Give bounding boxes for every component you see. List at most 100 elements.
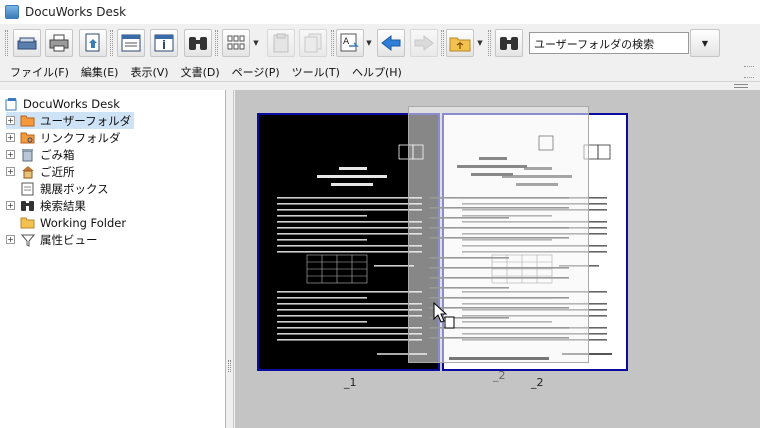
menu-help[interactable]: ヘルプ(H) [352, 64, 402, 80]
expand-toggle[interactable]: + [6, 167, 15, 176]
grid-view-button[interactable] [222, 29, 250, 57]
grid-view-icon [227, 35, 245, 50]
page-label-1: _1 [344, 376, 357, 389]
text-convert-dropdown[interactable]: ▼ [364, 29, 374, 57]
app-icon [5, 5, 19, 19]
text-line [429, 267, 569, 269]
tree-item-user-folder[interactable]: + ユーザーフォルダ [6, 112, 135, 129]
expand-toggle[interactable]: + [6, 133, 15, 142]
search-scope-field[interactable]: ユーザーフォルダの検索 [529, 32, 689, 54]
folder-tree: DocuWorks Desk + ユーザーフォルダ + リンクフォルダ + ごみ… [0, 90, 226, 428]
link-folder-icon [20, 130, 35, 145]
menu-bar: ファイル(F) 編集(E) 表示(V) 文書(D) ページ(P) ツール(T) … [0, 62, 760, 82]
expand-toggle[interactable]: + [6, 235, 15, 244]
tree-item-label: Working Folder [40, 215, 127, 230]
tree-item-link-folder[interactable]: + リンクフォルダ [6, 129, 121, 146]
forward-arrow-icon [414, 34, 434, 52]
window-title: DocuWorks Desk [25, 5, 127, 19]
text-line [277, 291, 422, 293]
pane-splitter[interactable] [226, 90, 234, 428]
menu-page[interactable]: ページ(P) [232, 64, 280, 80]
forward-button[interactable] [410, 29, 438, 57]
working-folder-icon [20, 215, 35, 230]
menubar-grip[interactable] [744, 66, 754, 78]
menu-view[interactable]: 表示(V) [130, 64, 168, 80]
viewer-button[interactable] [117, 29, 145, 57]
text-line [429, 217, 509, 219]
printer-icon [49, 34, 69, 52]
page-label-2: _2 [531, 376, 544, 389]
expand-toggle [6, 218, 15, 227]
text-line [429, 277, 569, 279]
confidential-box-icon [20, 181, 35, 196]
text-line [277, 303, 422, 305]
text-line [277, 321, 367, 323]
text-convert-button[interactable]: A [336, 29, 364, 57]
chevron-down-icon: ▼ [701, 38, 709, 48]
search-results-icon [20, 198, 35, 213]
viewer-window-icon [121, 34, 141, 52]
tree-item-trash[interactable]: + ごみ箱 [6, 146, 75, 163]
tree-item-root[interactable]: DocuWorks Desk [3, 95, 120, 112]
text-line [277, 209, 422, 211]
paste-icon [273, 33, 289, 53]
copy-pages-icon [304, 33, 322, 53]
properties-button[interactable] [150, 29, 178, 57]
toolbar-grip[interactable] [5, 30, 8, 56]
panel-resize-handle[interactable] [734, 84, 748, 88]
expand-toggle[interactable]: + [6, 150, 15, 159]
filter-icon [20, 232, 35, 247]
convert-document-button[interactable] [79, 29, 107, 57]
toolbar-separator [215, 30, 218, 56]
tree-item-label: ユーザーフォルダ [40, 113, 132, 128]
toolbar-grip[interactable] [488, 30, 491, 56]
tree-item-neighborhood[interactable]: + ご近所 [6, 163, 75, 180]
search-scope-dropdown[interactable]: ▼ [690, 29, 720, 57]
text-line [429, 227, 569, 229]
folder-up-dropdown[interactable]: ▼ [475, 29, 485, 57]
tree-item-working-folder[interactable]: Working Folder [6, 214, 126, 231]
document-view[interactable]: _1 _2 _2 [235, 90, 760, 428]
print-button[interactable] [45, 29, 73, 57]
tree-item-search-results[interactable]: + 検索結果 [6, 197, 86, 214]
folder-up-icon [449, 37, 471, 52]
tree-item-label: 属性ビュー [40, 232, 98, 247]
tree-item-label: DocuWorks Desk [23, 96, 120, 111]
expand-toggle[interactable]: + [6, 201, 15, 210]
docuworks-desk-window: DocuWorks Desk ▼ A ▼ ▼ ユーザーフォルダの検索 ▼ ファイ… [0, 0, 760, 428]
menu-document[interactable]: 文書(D) [181, 64, 220, 80]
tree-item-confidential-box[interactable]: 親展ボックス [6, 180, 109, 197]
search-button[interactable] [495, 29, 523, 57]
find-button[interactable] [184, 29, 212, 57]
copy-pages-button[interactable] [299, 29, 327, 57]
toolbar-separator [331, 30, 334, 56]
scanner-icon [17, 37, 37, 50]
expand-toggle[interactable]: + [6, 116, 15, 125]
scanner-button[interactable] [13, 29, 41, 57]
folder-up-button[interactable] [446, 29, 474, 57]
menu-edit[interactable]: 編集(E) [81, 64, 119, 80]
paste-button[interactable] [267, 29, 295, 57]
toolbar-separator [441, 30, 444, 56]
text-line [429, 297, 569, 299]
tree-item-label: ご近所 [40, 164, 75, 179]
drag-cursor-icon [433, 301, 455, 329]
text-line [277, 239, 367, 241]
text-line [429, 257, 509, 259]
menu-tools[interactable]: ツール(T) [292, 64, 340, 80]
search-binoculars-icon [500, 37, 518, 50]
text-line [277, 233, 422, 235]
text-line [277, 227, 422, 229]
toolbar: ▼ A ▼ ▼ ユーザーフォルダの検索 ▼ [0, 24, 760, 62]
grid-view-dropdown[interactable]: ▼ [251, 29, 261, 57]
properties-icon [154, 34, 174, 52]
back-button[interactable] [377, 29, 405, 57]
ghost-page-label: _2 [493, 369, 506, 382]
text-line [277, 333, 422, 335]
user-folder-icon [20, 113, 35, 128]
text-line [429, 337, 569, 339]
tree-item-attribute-view[interactable]: + 属性ビュー [6, 231, 98, 248]
menu-file[interactable]: ファイル(F) [10, 64, 69, 80]
trash-icon [20, 147, 35, 162]
chevron-down-icon: ▼ [253, 39, 259, 47]
